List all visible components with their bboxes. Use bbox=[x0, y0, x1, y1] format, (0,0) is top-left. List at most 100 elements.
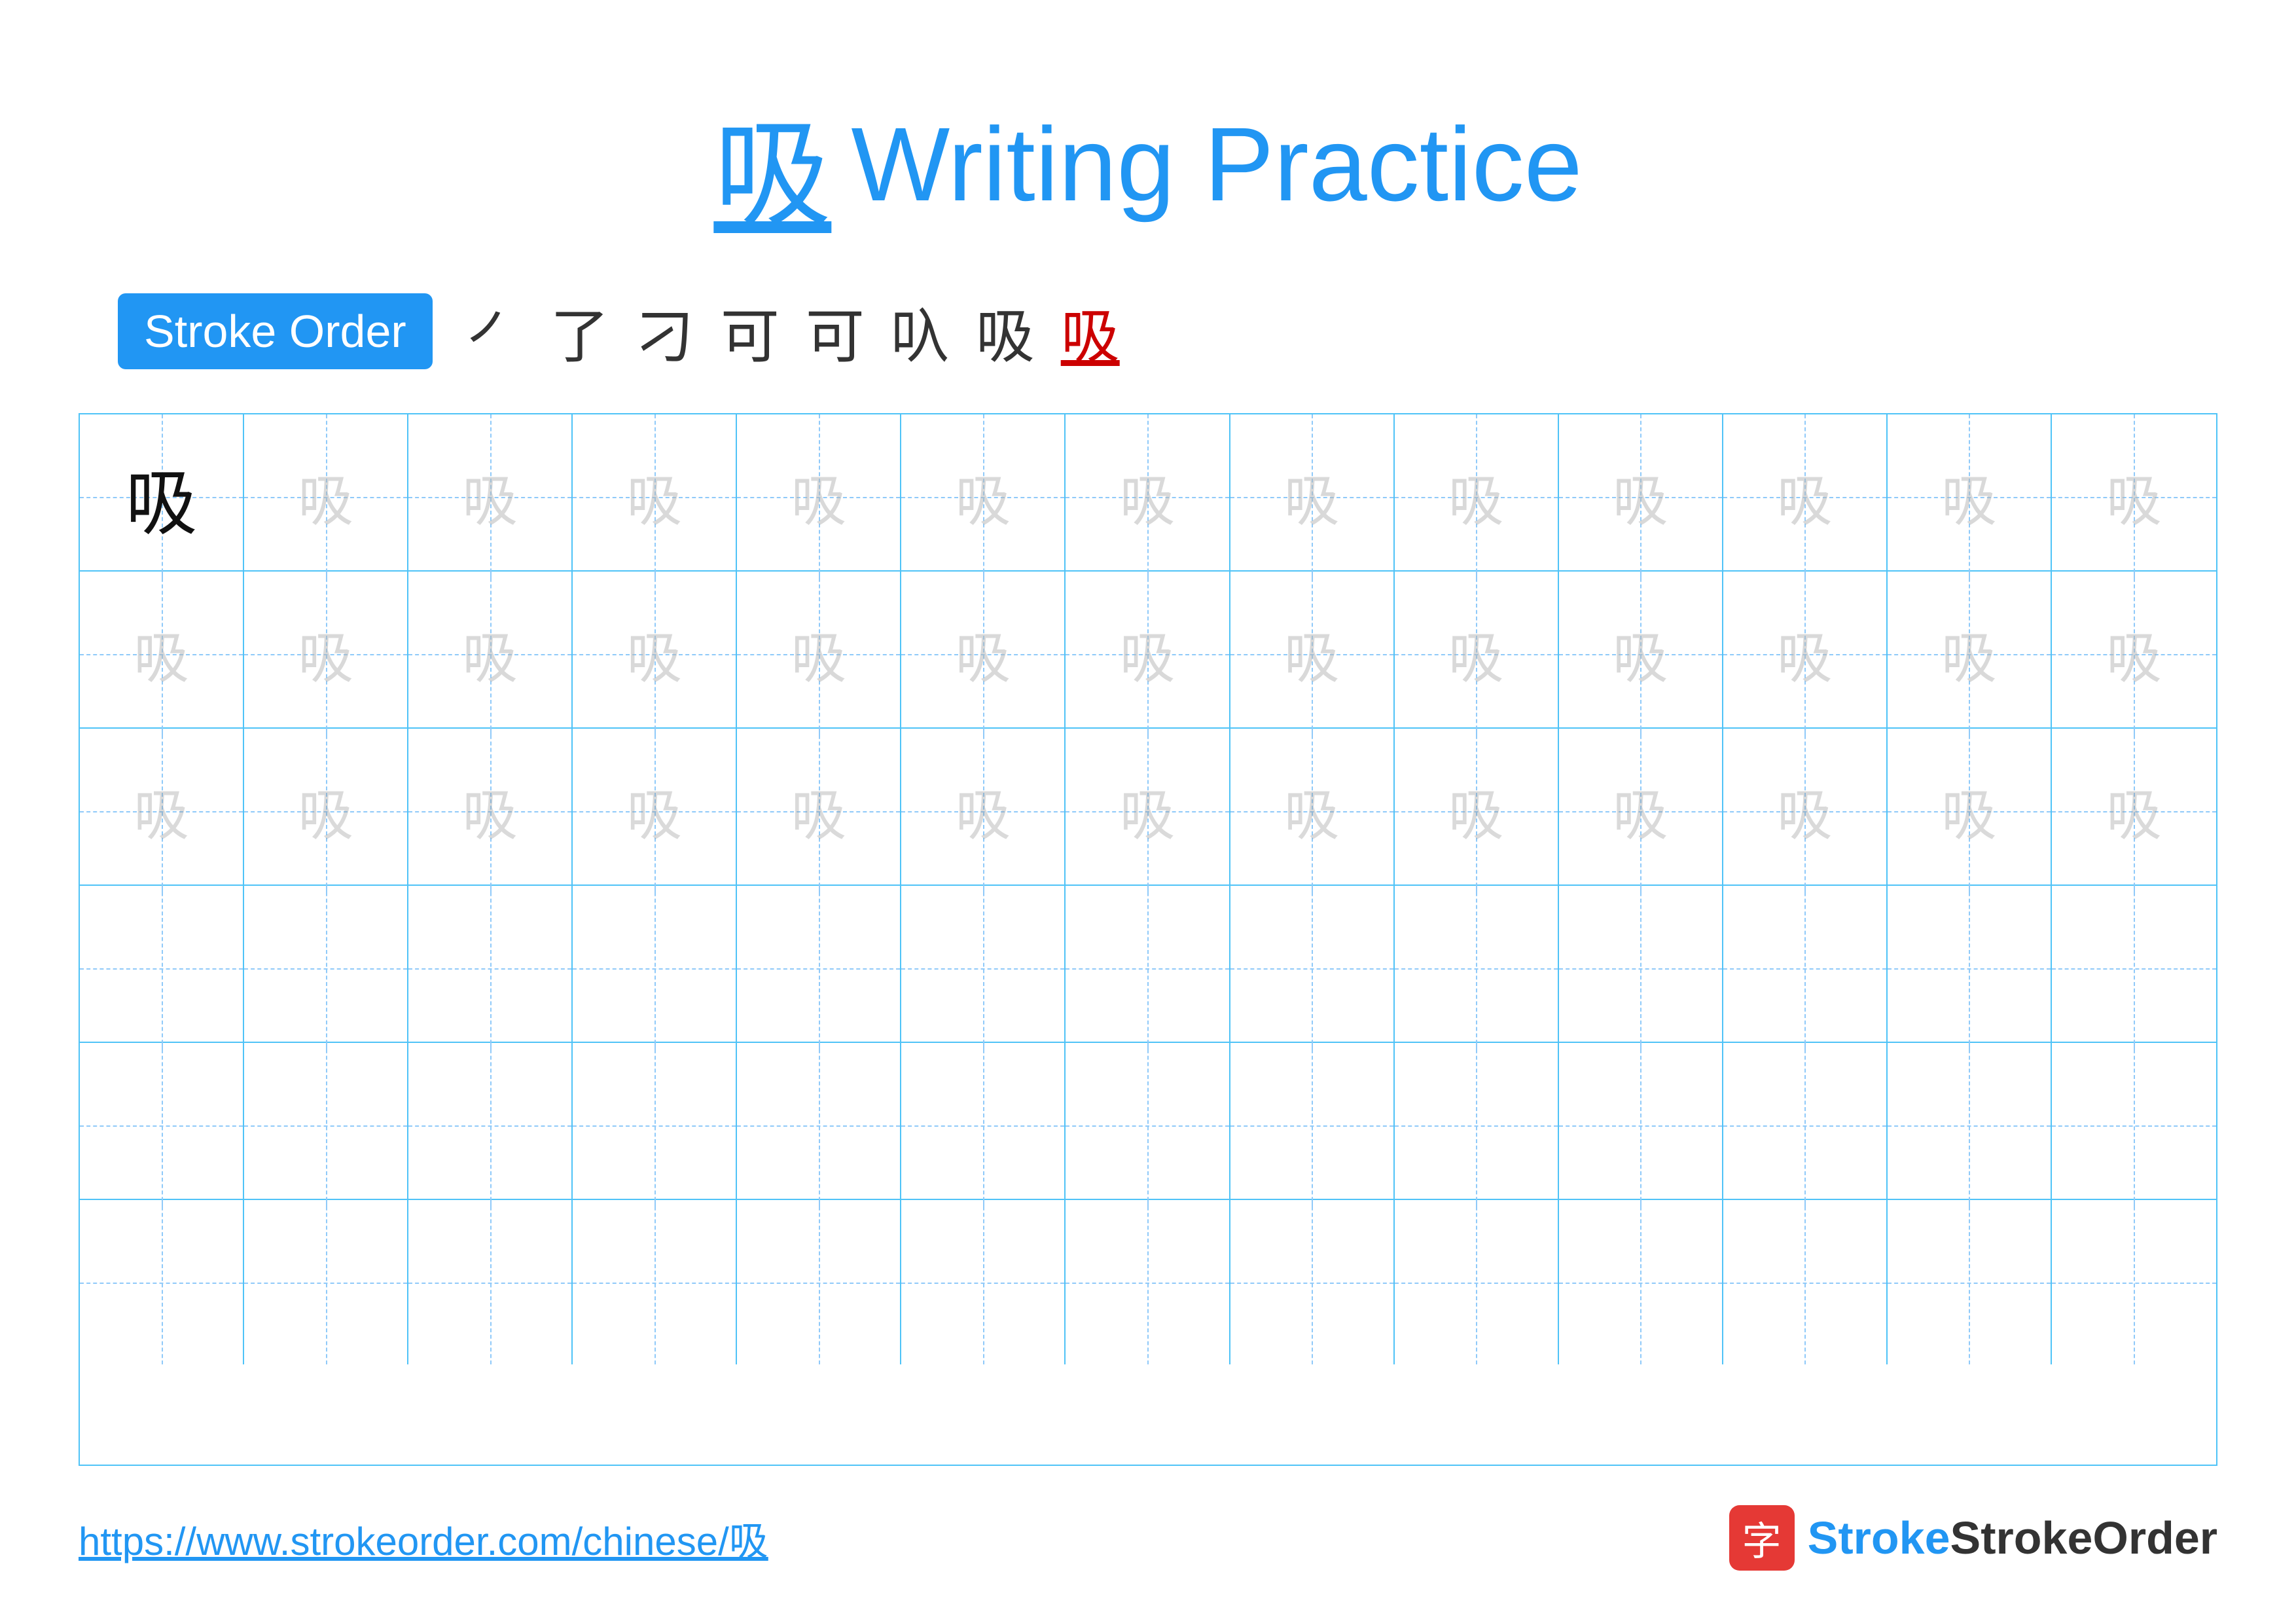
grid-cell-r1c12[interactable]: 吸 bbox=[1888, 414, 2052, 579]
grid-cell-r4c13[interactable] bbox=[2052, 886, 2216, 1050]
grid-cell-r6c9[interactable] bbox=[1395, 1200, 1559, 1364]
grid-cell-r2c9[interactable]: 吸 bbox=[1395, 572, 1559, 736]
footer-url[interactable]: https://www.strokeorder.com/chinese/吸 bbox=[79, 1510, 768, 1567]
grid-cell-r2c4[interactable]: 吸 bbox=[573, 572, 737, 736]
grid-cell-r3c1[interactable]: 吸 bbox=[80, 729, 244, 893]
grid-cell-r5c6[interactable] bbox=[901, 1043, 1066, 1207]
grid-cell-r4c1[interactable] bbox=[80, 886, 244, 1050]
grid-cell-r3c7[interactable]: 吸 bbox=[1066, 729, 1230, 893]
ghost-char: 吸 bbox=[626, 613, 682, 694]
grid-cell-r4c4[interactable] bbox=[573, 886, 737, 1050]
grid-cell-r1c10[interactable]: 吸 bbox=[1559, 414, 1723, 579]
grid-cell-r2c10[interactable]: 吸 bbox=[1559, 572, 1723, 736]
grid-cell-r1c11[interactable]: 吸 bbox=[1723, 414, 1888, 579]
grid-cell-r1c13[interactable]: 吸 bbox=[2052, 414, 2216, 579]
ghost-char: 吸 bbox=[298, 613, 353, 694]
grid-cell-r3c12[interactable]: 吸 bbox=[1888, 729, 2052, 893]
grid-cell-r3c8[interactable]: 吸 bbox=[1230, 729, 1395, 893]
grid-cell-r5c5[interactable] bbox=[737, 1043, 901, 1207]
grid-cell-r1c7[interactable]: 吸 bbox=[1066, 414, 1230, 579]
grid-cell-r4c7[interactable] bbox=[1066, 886, 1230, 1050]
grid-cell-r6c11[interactable] bbox=[1723, 1200, 1888, 1364]
grid-row-3: 吸 吸 吸 吸 吸 吸 吸 吸 吸 吸 吸 吸 吸 bbox=[80, 729, 2216, 886]
grid-cell-r3c10[interactable]: 吸 bbox=[1559, 729, 1723, 893]
grid-cell-r2c11[interactable]: 吸 bbox=[1723, 572, 1888, 736]
stroke-sequence: ㇒ 了 刁 可 可 叺 吸 吸 bbox=[465, 289, 1120, 374]
grid-cell-r2c8[interactable]: 吸 bbox=[1230, 572, 1395, 736]
grid-cell-r4c11[interactable] bbox=[1723, 886, 1888, 1050]
logo-text: StrokeStrokeOrderStrokeOrder bbox=[1808, 1512, 2217, 1564]
grid-cell-r2c5[interactable]: 吸 bbox=[737, 572, 901, 736]
grid-cell-r3c11[interactable]: 吸 bbox=[1723, 729, 1888, 893]
grid-cell-r6c8[interactable] bbox=[1230, 1200, 1395, 1364]
ghost-char: 吸 bbox=[462, 456, 518, 537]
grid-cell-r6c2[interactable] bbox=[244, 1200, 408, 1364]
grid-cell-r5c13[interactable] bbox=[2052, 1043, 2216, 1207]
light-char: 吸 bbox=[1941, 771, 1997, 851]
grid-cell-r4c9[interactable] bbox=[1395, 886, 1559, 1050]
grid-cell-r1c2[interactable]: 吸 bbox=[244, 414, 408, 579]
light-char: 吸 bbox=[1613, 771, 1668, 851]
stroke-step-6: 叺 bbox=[891, 289, 950, 374]
grid-cell-r6c13[interactable] bbox=[2052, 1200, 2216, 1364]
grid-cell-r3c2[interactable]: 吸 bbox=[244, 729, 408, 893]
grid-cell-r6c12[interactable] bbox=[1888, 1200, 2052, 1364]
grid-cell-r2c2[interactable]: 吸 bbox=[244, 572, 408, 736]
grid-cell-r1c3[interactable]: 吸 bbox=[408, 414, 573, 579]
grid-cell-r2c3[interactable]: 吸 bbox=[408, 572, 573, 736]
grid-cell-r3c13[interactable]: 吸 bbox=[2052, 729, 2216, 893]
ghost-char: 吸 bbox=[1284, 613, 1340, 694]
grid-cell-r6c10[interactable] bbox=[1559, 1200, 1723, 1364]
grid-cell-r3c5[interactable]: 吸 bbox=[737, 729, 901, 893]
grid-cell-r2c12[interactable]: 吸 bbox=[1888, 572, 2052, 736]
grid-cell-r4c12[interactable] bbox=[1888, 886, 2052, 1050]
grid-cell-r1c4[interactable]: 吸 bbox=[573, 414, 737, 579]
light-char: 吸 bbox=[1448, 771, 1504, 851]
grid-cell-r4c8[interactable] bbox=[1230, 886, 1395, 1050]
grid-cell-r4c10[interactable] bbox=[1559, 886, 1723, 1050]
grid-cell-r3c6[interactable]: 吸 bbox=[901, 729, 1066, 893]
grid-cell-r5c2[interactable] bbox=[244, 1043, 408, 1207]
grid-cell-r3c4[interactable]: 吸 bbox=[573, 729, 737, 893]
grid-cell-r2c13[interactable]: 吸 bbox=[2052, 572, 2216, 736]
grid-cell-r2c6[interactable]: 吸 bbox=[901, 572, 1066, 736]
grid-cell-r6c1[interactable] bbox=[80, 1200, 244, 1364]
grid-cell-r4c3[interactable] bbox=[408, 886, 573, 1050]
grid-cell-r6c5[interactable] bbox=[737, 1200, 901, 1364]
light-char: 吸 bbox=[298, 771, 353, 851]
grid-cell-r5c4[interactable] bbox=[573, 1043, 737, 1207]
grid-cell-r2c1[interactable]: 吸 bbox=[80, 572, 244, 736]
grid-cell-r6c3[interactable] bbox=[408, 1200, 573, 1364]
grid-row-1: 吸 吸 吸 吸 吸 吸 吸 吸 吸 吸 吸 吸 吸 bbox=[80, 414, 2216, 572]
footer-logo: 字 StrokeStrokeOrderStrokeOrder bbox=[1729, 1505, 2217, 1571]
grid-cell-r3c3[interactable]: 吸 bbox=[408, 729, 573, 893]
grid-cell-r1c5[interactable]: 吸 bbox=[737, 414, 901, 579]
grid-cell-ref[interactable]: 吸 bbox=[80, 414, 244, 579]
grid-cell-r5c9[interactable] bbox=[1395, 1043, 1559, 1207]
grid-cell-r5c7[interactable] bbox=[1066, 1043, 1230, 1207]
grid-cell-r1c9[interactable]: 吸 bbox=[1395, 414, 1559, 579]
grid-cell-r5c1[interactable] bbox=[80, 1043, 244, 1207]
ghost-char: 吸 bbox=[1119, 613, 1175, 694]
grid-cell-r5c11[interactable] bbox=[1723, 1043, 1888, 1207]
grid-cell-r1c6[interactable]: 吸 bbox=[901, 414, 1066, 579]
grid-cell-r6c6[interactable] bbox=[901, 1200, 1066, 1364]
stroke-order-badge: Stroke Order bbox=[118, 293, 433, 369]
ghost-char: 吸 bbox=[626, 456, 682, 537]
page: 吸 Writing Practice Stroke Order ㇒ 了 刁 可 … bbox=[0, 0, 2296, 1623]
stroke-step-1: ㇒ bbox=[465, 289, 524, 374]
grid-cell-r5c10[interactable] bbox=[1559, 1043, 1723, 1207]
grid-cell-r5c8[interactable] bbox=[1230, 1043, 1395, 1207]
ghost-char: 吸 bbox=[298, 456, 353, 537]
grid-cell-r6c4[interactable] bbox=[573, 1200, 737, 1364]
stroke-order-section: Stroke Order ㇒ 了 刁 可 可 叺 吸 吸 bbox=[79, 289, 2217, 374]
grid-cell-r5c12[interactable] bbox=[1888, 1043, 2052, 1207]
grid-cell-r3c9[interactable]: 吸 bbox=[1395, 729, 1559, 893]
grid-cell-r4c6[interactable] bbox=[901, 886, 1066, 1050]
grid-cell-r4c5[interactable] bbox=[737, 886, 901, 1050]
grid-cell-r5c3[interactable] bbox=[408, 1043, 573, 1207]
grid-cell-r6c7[interactable] bbox=[1066, 1200, 1230, 1364]
grid-cell-r1c8[interactable]: 吸 bbox=[1230, 414, 1395, 579]
grid-cell-r4c2[interactable] bbox=[244, 886, 408, 1050]
grid-cell-r2c7[interactable]: 吸 bbox=[1066, 572, 1230, 736]
